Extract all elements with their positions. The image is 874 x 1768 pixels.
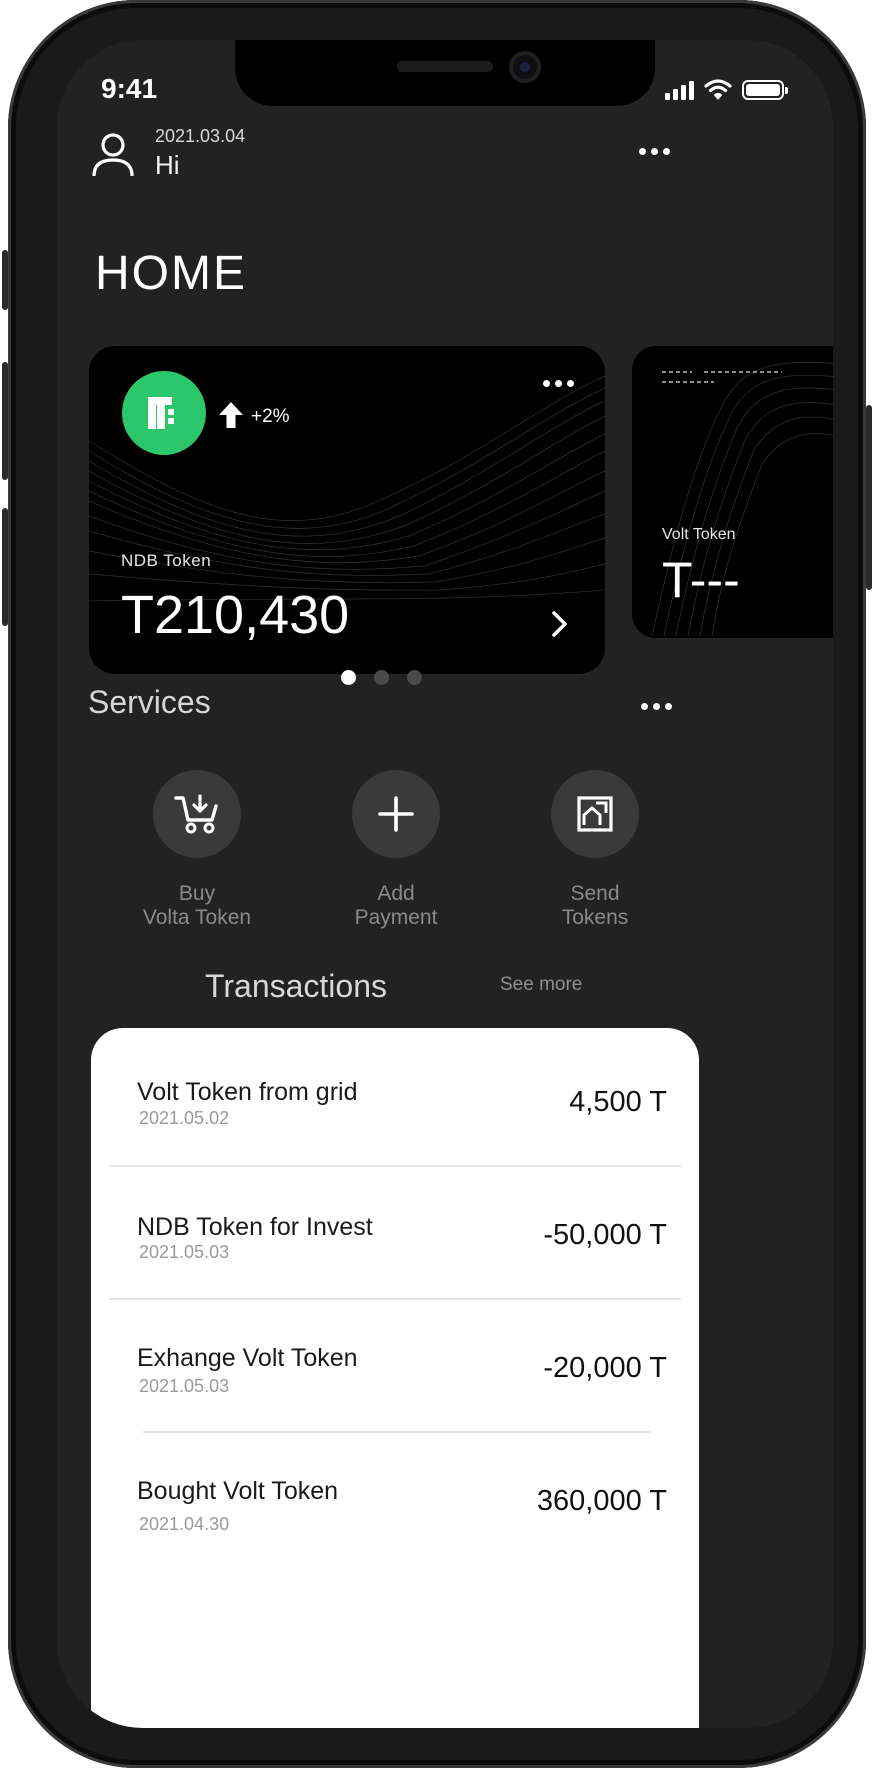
user-profile-icon[interactable] bbox=[91, 132, 135, 178]
card-balance: T210,430 bbox=[121, 585, 350, 645]
transaction-amount: -50,000 T bbox=[543, 1219, 667, 1251]
volume-up-button bbox=[2, 362, 8, 480]
service-send-tokens[interactable]: Send Tokens bbox=[505, 770, 685, 930]
pager-dot[interactable] bbox=[374, 670, 389, 685]
transaction-name: Bought Volt Token bbox=[137, 1477, 339, 1505]
send-icon bbox=[577, 796, 613, 832]
transaction-amount: 4,500 T bbox=[569, 1086, 667, 1118]
power-button bbox=[866, 405, 872, 590]
header-date: 2021.03.04 bbox=[155, 126, 246, 146]
pager-dot[interactable] bbox=[407, 670, 422, 685]
page-title: HOME bbox=[95, 247, 247, 300]
transaction-row[interactable]: Volt Token from grid 2021.05.02 4,500 T bbox=[109, 1028, 681, 1167]
trend-percentage: +2% bbox=[251, 406, 290, 427]
silent-switch bbox=[2, 250, 8, 310]
card-pager bbox=[341, 670, 422, 685]
header-more-icon[interactable] bbox=[639, 148, 670, 155]
transaction-amount: -20,000 T bbox=[543, 1352, 667, 1384]
battery-icon bbox=[742, 80, 788, 100]
card-token-name: Volt Token bbox=[662, 526, 736, 543]
ndb-logo-icon bbox=[122, 371, 206, 455]
transaction-name: Volt Token from grid bbox=[137, 1078, 358, 1106]
transaction-name: NDB Token for Invest bbox=[137, 1213, 373, 1241]
greeting-text: Hi bbox=[155, 150, 180, 180]
transaction-name: Exhange Volt Token bbox=[137, 1344, 358, 1372]
transaction-row[interactable]: Exhange Volt Token 2021.05.03 -20,000 T bbox=[109, 1300, 681, 1433]
service-buy-volta-token[interactable]: Buy Volta Token bbox=[107, 770, 287, 930]
notch bbox=[235, 40, 655, 106]
transaction-date: 2021.04.30 bbox=[139, 1514, 230, 1534]
token-card-volt[interactable]: Volt Token T--- bbox=[632, 346, 833, 638]
transaction-row[interactable]: NDB Token for Invest 2021.05.03 -50,000 … bbox=[109, 1167, 681, 1300]
transactions-title: Transactions bbox=[205, 968, 387, 1004]
wifi-icon bbox=[704, 79, 732, 100]
camera bbox=[509, 51, 541, 83]
cart-icon bbox=[174, 794, 218, 834]
service-label: Send Tokens bbox=[561, 882, 629, 929]
cellular-signal-icon bbox=[665, 80, 694, 100]
transaction-date: 2021.05.03 bbox=[139, 1376, 230, 1396]
token-card-ndb[interactable]: +2% NDB Token T210,430 bbox=[89, 346, 605, 674]
card-placeholder-lines bbox=[662, 371, 782, 383]
service-button[interactable] bbox=[153, 770, 241, 858]
status-time: 9:41 bbox=[101, 73, 158, 104]
transaction-row[interactable]: Bought Volt Token 2021.04.30 360,000 T bbox=[109, 1433, 681, 1566]
transaction-amount: 360,000 T bbox=[536, 1485, 667, 1517]
card-token-name: NDB Token bbox=[121, 551, 212, 570]
chevron-right-icon[interactable] bbox=[549, 610, 571, 638]
see-more-link[interactable]: See more bbox=[500, 974, 582, 996]
card-balance: T--- bbox=[662, 552, 740, 608]
card-more-icon[interactable] bbox=[543, 380, 574, 387]
trend-up-icon bbox=[219, 402, 243, 428]
plus-icon bbox=[378, 796, 414, 832]
services-more-icon[interactable] bbox=[641, 703, 672, 710]
service-button[interactable] bbox=[551, 770, 639, 858]
service-add-payment[interactable]: Add Payment bbox=[306, 770, 486, 930]
transaction-date: 2021.05.02 bbox=[139, 1108, 230, 1128]
phone-frame: 9:41 2021.03.04 Hi HOME +2% NDB Token T2… bbox=[2, 0, 872, 1768]
service-label: Add Payment bbox=[354, 882, 438, 929]
transactions-panel: Volt Token from grid 2021.05.02 4,500 T … bbox=[91, 1028, 699, 1728]
volume-down-button bbox=[2, 508, 8, 626]
service-label: Buy Volta Token bbox=[142, 882, 252, 929]
app-screen: 9:41 2021.03.04 Hi HOME +2% NDB Token T2… bbox=[57, 40, 833, 1728]
services-title: Services bbox=[88, 684, 211, 720]
speaker bbox=[397, 61, 493, 72]
status-icons bbox=[665, 76, 788, 100]
transaction-date: 2021.05.03 bbox=[139, 1242, 230, 1262]
pager-dot[interactable] bbox=[341, 670, 356, 685]
service-button[interactable] bbox=[352, 770, 440, 858]
